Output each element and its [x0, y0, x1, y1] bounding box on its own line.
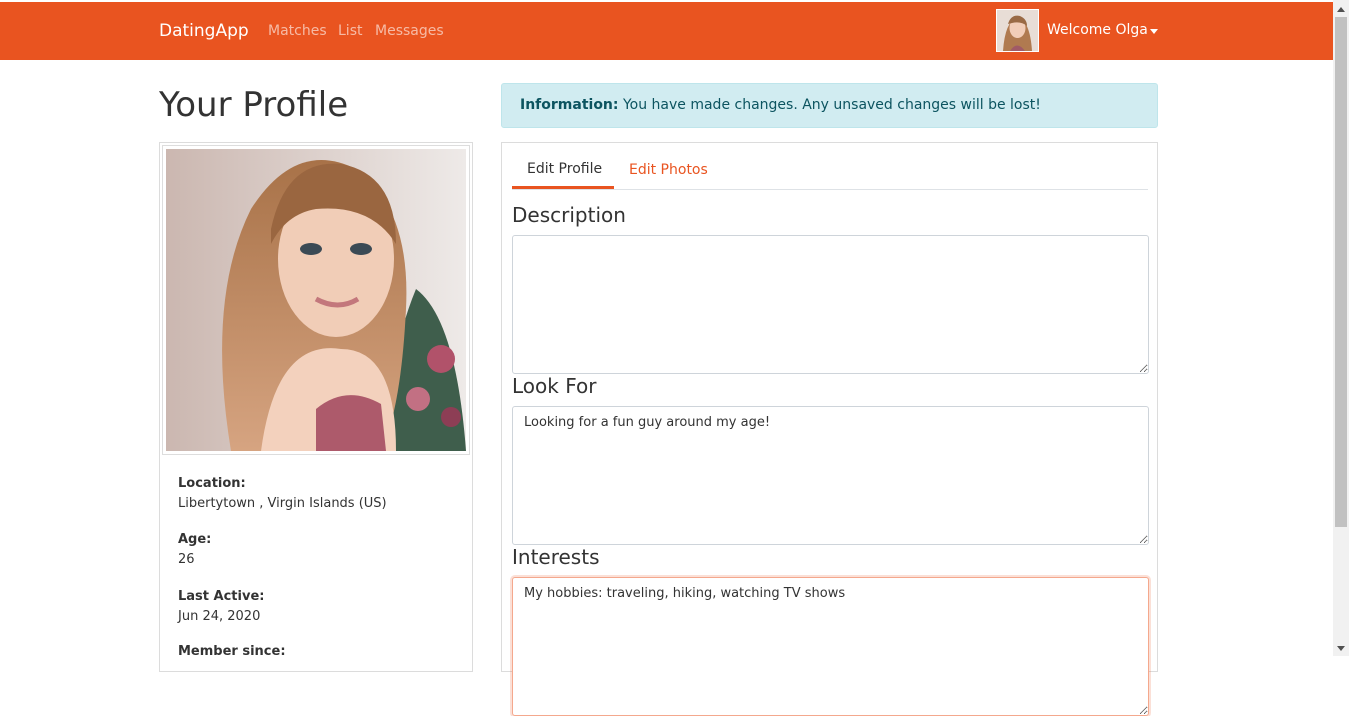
profile-photo — [162, 145, 470, 455]
top-navbar: DatingApp Matches List Messages Welcome … — [0, 2, 1333, 60]
page-title: Your Profile — [159, 85, 349, 125]
alert-message: You have made changes. Any unsaved chang… — [622, 97, 1041, 113]
active-tab-indicator — [512, 186, 614, 189]
member-since-label: Member since: — [178, 644, 286, 659]
last-active-value: Jun 24, 2020 — [178, 609, 261, 624]
interests-heading: Interests — [512, 545, 600, 569]
user-menu-toggle[interactable]: Welcome Olga — [1047, 22, 1148, 38]
scroll-down-arrow-icon[interactable] — [1337, 646, 1345, 651]
last-active-label: Last Active: — [178, 589, 265, 604]
brand-link[interactable]: DatingApp — [159, 21, 249, 41]
page-scrollbar[interactable] — [1333, 0, 1349, 656]
user-avatar-photo-icon — [997, 10, 1038, 51]
look-for-textarea[interactable]: Looking for a fun guy around my age! — [512, 406, 1149, 545]
scrollbar-thumb[interactable] — [1335, 17, 1347, 527]
tab-edit-profile[interactable]: Edit Profile — [527, 161, 602, 177]
location-info: Location: Libertytown , Virgin Islands (… — [178, 476, 387, 511]
location-label: Location: — [178, 476, 246, 491]
nav-link-matches[interactable]: Matches — [268, 23, 327, 39]
tab-bar: Edit Profile Edit Photos — [512, 143, 1148, 190]
nav-link-messages[interactable]: Messages — [375, 23, 444, 39]
alert-strong: Information: — [520, 97, 619, 113]
member-since-info: Member since: — [178, 644, 286, 664]
interests-textarea[interactable]: My hobbies: traveling, hiking, watching … — [512, 577, 1149, 716]
last-active-info: Last Active: Jun 24, 2020 — [178, 589, 264, 624]
scroll-up-arrow-icon[interactable] — [1337, 7, 1345, 12]
tab-edit-photos[interactable]: Edit Photos — [629, 162, 708, 178]
age-value: 26 — [178, 552, 195, 567]
age-label: Age: — [178, 532, 212, 547]
chevron-down-icon[interactable] — [1150, 29, 1158, 34]
profile-card: Location: Libertytown , Virgin Islands (… — [159, 142, 473, 672]
nav-link-list[interactable]: List — [338, 23, 362, 39]
description-textarea[interactable] — [512, 235, 1149, 374]
edit-profile-card: Edit Profile Edit Photos Description Loo… — [501, 142, 1158, 716]
description-heading: Description — [512, 203, 626, 227]
user-avatar[interactable] — [996, 9, 1039, 52]
unsaved-changes-alert: Information: You have made changes. Any … — [501, 83, 1158, 128]
age-info: Age: 26 — [178, 532, 211, 567]
look-for-heading: Look For — [512, 374, 597, 398]
location-value: Libertytown , Virgin Islands (US) — [178, 496, 387, 511]
profile-photo-image-icon — [166, 149, 466, 451]
